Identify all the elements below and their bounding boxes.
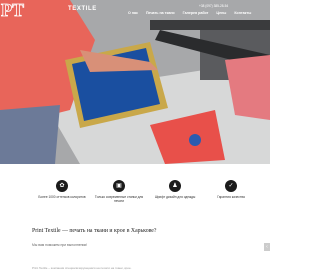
page-subtitle: Мы вам поможем при выполнении! <box>32 243 88 247</box>
feature-item: ♟ Шрифт дизайн для одежды <box>147 180 203 199</box>
page-title: Print Textile — печать на ткани и крое в… <box>32 228 157 234</box>
scroll-tab-button[interactable]: ‹ <box>264 243 270 251</box>
tshirt-icon: ♟ <box>169 180 181 192</box>
svg-text:PT: PT <box>1 0 24 20</box>
main-nav: О нас Печать на ткани Галерея работ Цены… <box>128 11 251 15</box>
feature-item: ✓ Гарантия качества <box>203 180 259 199</box>
intro-text: Print Textile – компания специализирующа… <box>32 266 132 270</box>
logo-icon[interactable]: PT <box>0 0 34 20</box>
check-icon: ✓ <box>225 180 237 192</box>
thread-icon: ✿ <box>56 180 68 192</box>
feature-item: ▣ Только современные станки для печати <box>91 180 147 203</box>
feature-label: Только современные станки для печати <box>94 195 144 203</box>
phone-number[interactable]: +38 (097) 385-28-54 <box>199 4 228 8</box>
features-row: ✿ Более 1000 оттенков колоритов ▣ Только… <box>0 164 270 220</box>
feature-item: ✿ Более 1000 оттенков колоритов <box>34 180 90 199</box>
chevron-left-icon: ‹ <box>266 244 268 250</box>
nav-item-gallery[interactable]: Галерея работ <box>183 11 209 15</box>
feature-label: Шрифт дизайн для одежды <box>154 195 196 199</box>
hero-banner: PT TEXTILE +38 (097) 385-28-54 О нас Печ… <box>0 0 270 164</box>
screen-printing-photo <box>0 0 270 164</box>
top-bar: PT TEXTILE +38 (097) 385-28-54 О нас Печ… <box>0 0 270 22</box>
nav-item-about[interactable]: О нас <box>128 11 138 15</box>
nav-item-contacts[interactable]: Контакты <box>234 11 251 15</box>
feature-label: Более 1000 оттенков колоритов <box>38 195 86 199</box>
frame-icon: ▣ <box>113 180 125 192</box>
nav-item-prices[interactable]: Цены <box>216 11 226 15</box>
logo-text: TEXTILE <box>68 6 97 12</box>
feature-label: Гарантия качества <box>217 195 245 199</box>
nav-item-printing[interactable]: Печать на ткани <box>146 11 175 15</box>
